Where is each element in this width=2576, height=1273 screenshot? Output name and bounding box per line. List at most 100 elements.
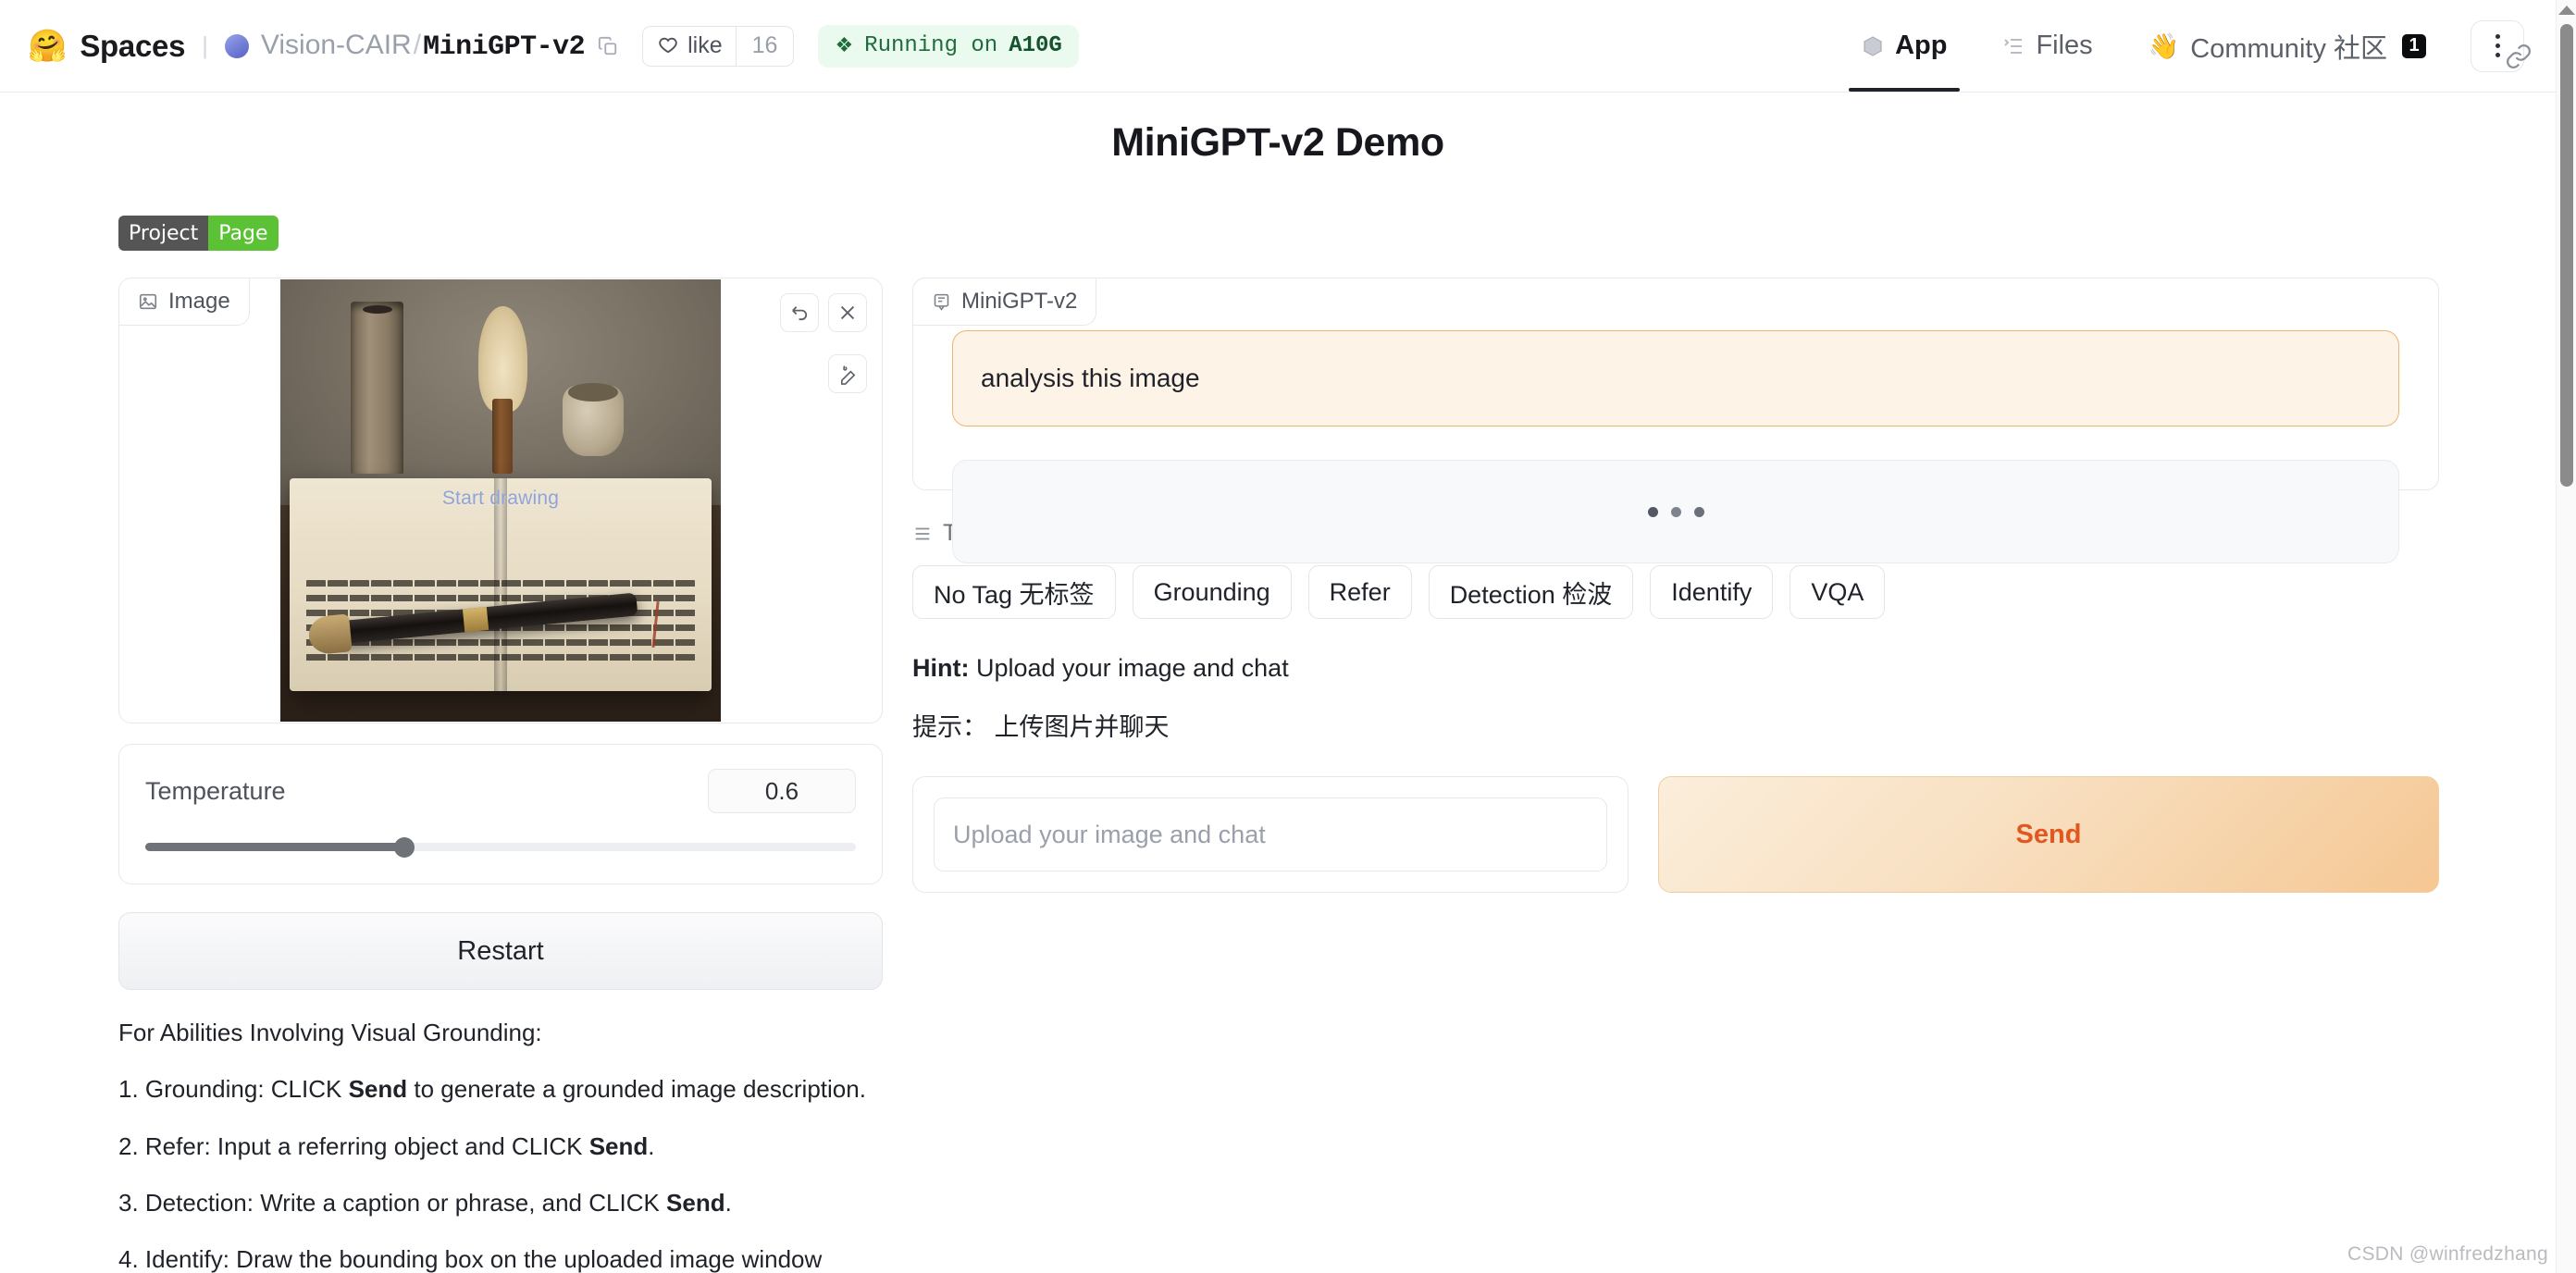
instructions-heading: For Abilities Involving Visual Grounding…	[118, 1019, 542, 1046]
hardware-chip-icon: ❖	[835, 34, 854, 58]
chat-panel-tab: MiniGPT-v2	[912, 278, 1097, 326]
instruction-3-strong: Send	[666, 1188, 725, 1217]
slider-fill	[145, 843, 405, 851]
project-page-badge[interactable]: Project Page	[118, 216, 279, 251]
instruction-item-1: 1. Grounding: CLICK Send to generate a g…	[118, 1074, 883, 1105]
breadcrumb-owner[interactable]: Vision-CAIR	[261, 30, 412, 61]
loading-dot-2	[1670, 506, 1681, 517]
image-panel-tab-label: Image	[168, 289, 230, 314]
header-nav: App Files 👋 Community 社区 1	[1834, 0, 2531, 92]
copy-icon[interactable]	[598, 36, 618, 56]
instruction-item-2: 2. Refer: Input a referring object and C…	[118, 1131, 883, 1162]
hint-line: Hint: Upload your image and chat	[912, 654, 2439, 683]
files-icon	[2004, 38, 2023, 54]
temperature-row: Temperature 0.6	[145, 769, 856, 813]
chatbot-panel: MiniGPT-v2 analysis this image	[912, 278, 2439, 563]
temperature-value[interactable]: 0.6	[708, 769, 856, 813]
image-canvas[interactable]: Start drawing	[120, 279, 881, 722]
image-toolbar-secondary	[828, 354, 867, 393]
send-button[interactable]: Send	[1658, 776, 2439, 893]
close-button[interactable]	[828, 293, 867, 332]
instruction-1-suffix: to generate a grounded image description…	[407, 1075, 866, 1104]
community-badge-count: 1	[2402, 33, 2426, 58]
chat-input[interactable]	[934, 797, 1607, 871]
undo-button[interactable]	[780, 293, 819, 332]
spaces-link[interactable]: Spaces	[80, 29, 185, 64]
temperature-panel: Temperature 0.6	[118, 744, 883, 884]
draw-button[interactable]	[828, 354, 867, 393]
start-drawing-hint: Start drawing	[441, 487, 560, 509]
like-group[interactable]: like 16	[642, 25, 795, 67]
user-message-bubble: analysis this image	[952, 330, 2399, 426]
scrollbar-thumb[interactable]	[2560, 24, 2573, 487]
status-badge: ❖ Running on A10G	[818, 24, 1079, 68]
close-icon	[840, 305, 855, 320]
chat-panel-tab-label: MiniGPT-v2	[961, 289, 1078, 314]
heart-icon	[659, 37, 677, 53]
loading-dot-1	[1647, 506, 1658, 517]
watermark: CSDN @winfredzhang	[2347, 1243, 2548, 1265]
instructions-block: For Abilities Involving Visual Grounding…	[118, 1018, 883, 1273]
instruction-2-prefix: 2. Refer: Input a referring object and C…	[118, 1131, 589, 1160]
right-column: MiniGPT-v2 analysis this image Task Shor…	[912, 278, 2439, 893]
chat-input-panel[interactable]	[912, 776, 1629, 893]
photo-brush-handle	[492, 399, 514, 475]
kebab-menu-button[interactable]	[2471, 19, 2531, 72]
breadcrumb: Vision-CAIR / MiniGPT-v2	[261, 29, 586, 63]
running-hardware: A10G	[1009, 33, 1062, 58]
tab-app[interactable]: App	[1834, 0, 1975, 92]
image-icon	[139, 293, 157, 310]
scroll-up-arrow-icon[interactable]	[2557, 6, 2575, 15]
page-scrollbar[interactable]	[2556, 0, 2576, 1273]
header-divider: |	[202, 31, 208, 59]
temperature-slider[interactable]	[145, 837, 856, 858]
link-icon[interactable]	[2505, 43, 2533, 75]
like-button[interactable]: like	[643, 27, 736, 66]
page-title: MiniGPT-v2 Demo	[1111, 120, 1444, 165]
wave-hand-emoji: 👋	[2148, 31, 2180, 60]
photo-brush-head	[478, 305, 527, 413]
breadcrumb-separator: /	[413, 29, 422, 60]
photo-open-book	[289, 478, 712, 692]
cube-icon	[1864, 35, 1882, 56]
badge-left-label: Project	[118, 216, 209, 251]
image-upload-panel[interactable]: Image Start drawing	[118, 278, 883, 723]
compose-row: Send	[912, 776, 2439, 893]
undo-icon	[791, 305, 807, 320]
like-count: 16	[735, 26, 794, 66]
instruction-3-suffix: .	[724, 1188, 732, 1217]
hint-text: Upload your image and chat	[969, 654, 1289, 682]
instruction-2-suffix: .	[648, 1131, 655, 1160]
left-column: Image Start drawing Temperature 0.6 Rest…	[118, 278, 883, 1273]
kebab-menu-icon	[2495, 34, 2500, 57]
tab-files[interactable]: Files	[1975, 0, 2120, 92]
breadcrumb-repo[interactable]: MiniGPT-v2	[423, 31, 586, 63]
photo-bamboo-tube	[351, 301, 404, 475]
bot-loading-bubble	[952, 460, 2399, 563]
badge-right-label: Page	[208, 216, 279, 251]
hugging-face-emoji[interactable]: 🤗	[28, 31, 67, 62]
photo-ink-pot	[562, 382, 625, 457]
pen-draw-icon	[840, 365, 855, 385]
chat-icon	[934, 293, 949, 311]
running-label: Running on	[864, 33, 998, 58]
hint-label: Hint:	[912, 654, 970, 682]
like-label: like	[687, 32, 723, 58]
tab-files-label: Files	[2036, 31, 2093, 60]
tab-community[interactable]: 👋 Community 社区 1	[2121, 0, 2454, 92]
org-avatar	[224, 33, 249, 58]
uploaded-image[interactable]: Start drawing	[280, 279, 721, 722]
hint-line-chinese: 提示： 上传图片并聊天	[912, 713, 1170, 741]
project-page-badge-row: Project Page	[118, 216, 279, 251]
image-panel-tab: Image	[119, 278, 250, 326]
instruction-2-strong: Send	[588, 1131, 649, 1160]
instruction-item-3: 3. Detection: Write a caption or phrase,…	[118, 1188, 883, 1218]
temperature-label: Temperature	[145, 776, 286, 805]
instruction-item-4: 4. Identify: Draw the bounding box on th…	[118, 1244, 883, 1273]
tab-community-label: Community 社区	[2190, 33, 2387, 64]
instruction-4-prefix: 4. Identify: Draw the bounding box on th…	[118, 1245, 823, 1273]
site-header: 🤗 Spaces | Vision-CAIR / MiniGPT-v2 like…	[0, 0, 2556, 93]
slider-knob[interactable]	[394, 837, 415, 858]
restart-button[interactable]: Restart	[118, 912, 883, 990]
tab-app-label: App	[1895, 31, 1948, 60]
